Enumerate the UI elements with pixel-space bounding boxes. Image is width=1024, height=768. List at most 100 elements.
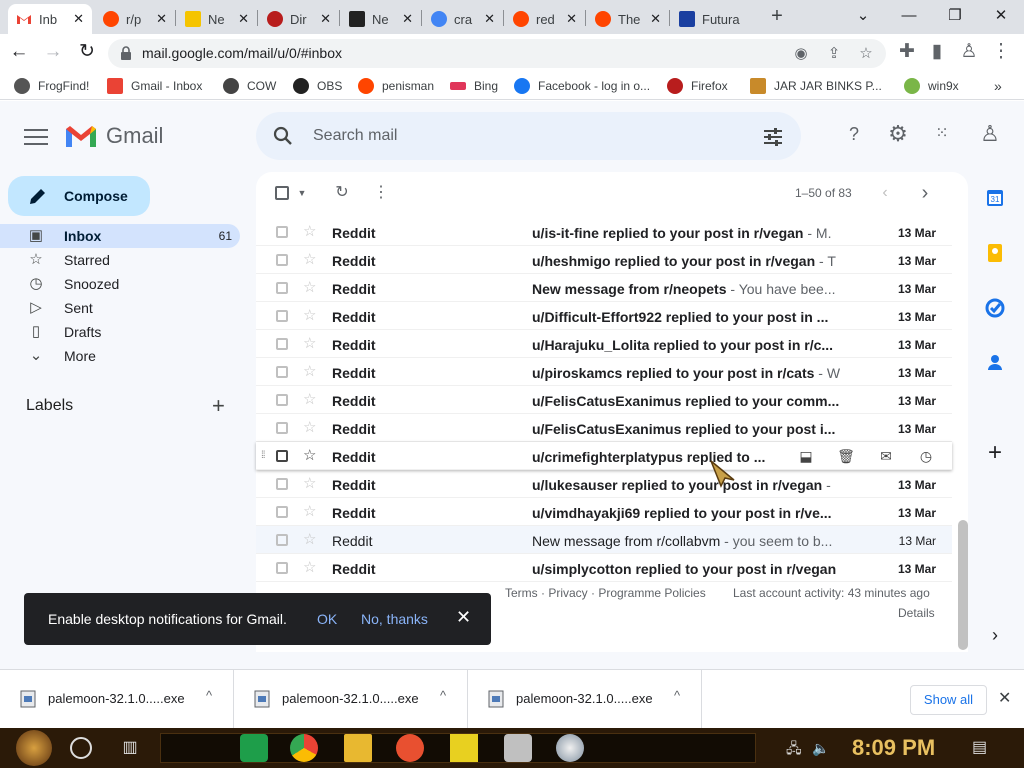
sidebar-item-starred[interactable]: ☆ Starred <box>0 248 240 272</box>
email-row[interactable]: ☆ Reddit u/Difficult-Effort922 replied to … <box>256 302 952 330</box>
sticky-notes-icon[interactable] <box>450 734 478 762</box>
main-menu-icon[interactable] <box>24 129 48 147</box>
extensions-puzzle-icon[interactable]: ✚ <box>892 37 922 67</box>
show-all-downloads-button[interactable]: Show all <box>910 685 987 715</box>
reload-button[interactable]: ↻ <box>72 37 102 67</box>
taskbar-clock[interactable]: 8:09 PM <box>852 735 935 761</box>
compose-button[interactable]: Compose <box>8 176 150 216</box>
close-tab-icon[interactable]: ✕ <box>320 11 331 27</box>
star-icon[interactable]: ☆ <box>303 278 316 296</box>
browser-menu-icon[interactable]: ⋮ <box>986 37 1016 67</box>
star-icon[interactable]: ☆ <box>303 222 316 240</box>
star-icon[interactable]: ☆ <box>303 334 316 352</box>
new-tab-button[interactable]: + <box>766 4 788 30</box>
row-checkbox[interactable] <box>276 310 288 322</box>
select-dropdown-icon[interactable]: ▼ <box>291 181 313 205</box>
star-icon[interactable]: ☆ <box>303 390 316 408</box>
star-icon[interactable]: ☆ <box>303 362 316 380</box>
close-tab-icon[interactable]: ✕ <box>238 11 249 27</box>
older-page-icon[interactable]: › <box>914 181 936 205</box>
star-icon[interactable]: ☆ <box>303 530 316 548</box>
bookmark-bing[interactable]: Bing <box>450 77 498 95</box>
star-icon[interactable]: ☆ <box>303 446 316 464</box>
app-icon[interactable] <box>556 734 584 762</box>
bookmark-gmail-inbox[interactable]: Gmail - Inbox <box>107 77 202 95</box>
email-row[interactable]: ☆ Reddit u/FelisCatusExanimus replied to y… <box>256 386 952 414</box>
start-button[interactable] <box>16 730 52 766</box>
settings-gear-icon[interactable]: ⚙ <box>886 122 910 146</box>
account-avatar[interactable]: ♙ <box>978 122 1002 146</box>
browser-tab-4[interactable]: Ne ✕ <box>341 4 421 34</box>
browser-tab-7[interactable]: The ✕ <box>587 4 669 34</box>
add-label-button[interactable]: + <box>212 393 225 419</box>
email-row[interactable]: ☆ Reddit u/vimdhayakji69 replied to your p… <box>256 498 952 526</box>
forward-button[interactable]: → <box>38 37 68 67</box>
row-checkbox[interactable] <box>276 226 288 238</box>
search-bar[interactable]: Search mail <box>256 112 801 160</box>
sidebar-item-snoozed[interactable]: ◷ Snoozed <box>0 272 240 296</box>
browser-app-icon[interactable] <box>396 734 424 762</box>
browser-tab-0[interactable]: Inb ✕ <box>8 4 92 34</box>
close-tab-icon[interactable]: ✕ <box>156 11 167 27</box>
get-addons-plus-icon[interactable]: + <box>980 439 1010 469</box>
refresh-icon[interactable]: ↻ <box>331 181 353 205</box>
contacts-icon[interactable] <box>980 348 1010 378</box>
toast-close-icon[interactable]: ✕ <box>456 607 471 628</box>
sidebar-item-drafts[interactable]: ▯ Drafts <box>0 320 240 344</box>
browser-tab-1[interactable]: r/p ✕ <box>95 4 175 34</box>
snooze-icon[interactable]: ◷ <box>916 446 936 466</box>
footer-policies[interactable]: Terms · Privacy · Programme Policies <box>505 586 706 600</box>
back-button[interactable]: ← <box>4 37 34 67</box>
email-row[interactable]: ⁞⁞ ☆ Reddit u/crimefighterplatypus replied … <box>256 442 952 470</box>
email-row[interactable]: ☆ Reddit u/is-it-fine replied to your post… <box>256 218 952 246</box>
select-all-checkbox[interactable] <box>275 186 289 200</box>
row-checkbox[interactable] <box>276 254 288 266</box>
bookmark-obs[interactable]: OBS <box>293 77 342 95</box>
calendar-icon[interactable]: 31 <box>980 183 1010 213</box>
keep-icon[interactable] <box>980 238 1010 268</box>
scrollbar-thumb[interactable] <box>958 520 968 650</box>
download-menu-chevron-icon[interactable]: ^ <box>206 688 212 703</box>
app-icon[interactable] <box>504 734 532 762</box>
download-menu-chevron-icon[interactable]: ^ <box>440 688 446 703</box>
sheets-app-icon[interactable] <box>240 734 268 762</box>
row-checkbox[interactable] <box>276 450 288 462</box>
task-view-icon[interactable]: ▥ <box>116 734 144 762</box>
email-row[interactable]: ☆ Reddit u/simplycotton replied to your po… <box>256 554 952 582</box>
show-side-panel-icon[interactable]: › <box>980 625 1010 655</box>
profile-avatar[interactable]: ♙ <box>954 37 984 67</box>
share-icon[interactable]: ⇪ <box>824 44 844 64</box>
network-icon[interactable]: 🖧 <box>786 734 814 762</box>
window-close-button[interactable]: ✕ <box>978 0 1024 34</box>
restore-button[interactable]: ❐ <box>932 0 978 34</box>
action-center-icon[interactable]: ▤ <box>972 734 1000 762</box>
bookmark-facebook[interactable]: Facebook - log in o... <box>514 77 650 95</box>
apps-grid-icon[interactable]: ⁙ <box>930 122 954 146</box>
help-icon[interactable]: ? <box>842 122 866 146</box>
cortana-search-icon[interactable] <box>70 737 92 759</box>
chrome-app-icon[interactable] <box>290 734 318 762</box>
search-input[interactable]: Search mail <box>313 127 397 145</box>
bookmark-frogfind[interactable]: FrogFind! <box>14 77 89 95</box>
email-row[interactable]: ☆ Reddit u/Harajuku_Lolita replied to your… <box>256 330 952 358</box>
browser-tab-2[interactable]: Ne ✕ <box>177 4 257 34</box>
row-checkbox[interactable] <box>276 338 288 350</box>
bookmark-jar-jar[interactable]: JAR JAR BINKS P... <box>750 77 882 95</box>
sidebar-item-inbox[interactable]: ▣ Inbox 61 <box>0 224 240 248</box>
address-bar[interactable]: mail.google.com/mail/u/0/#inbox ◉ ⇪ ☆ <box>108 39 886 68</box>
bookmark-cow[interactable]: COW <box>223 77 276 95</box>
email-row[interactable]: ☆ Reddit u/lukesauser replied to your post… <box>256 470 952 498</box>
email-row[interactable]: ☆ Reddit New message from r/neopets - You … <box>256 274 952 302</box>
close-tab-icon[interactable]: ✕ <box>566 11 577 27</box>
star-icon[interactable]: ☆ <box>303 474 316 492</box>
star-icon[interactable]: ☆ <box>303 250 316 268</box>
bookmark-firefox[interactable]: Firefox <box>667 77 728 95</box>
close-tab-icon[interactable]: ✕ <box>484 11 495 27</box>
close-tab-icon[interactable]: ✕ <box>650 11 661 27</box>
star-icon[interactable]: ☆ <box>303 502 316 520</box>
minimize-button[interactable]: — <box>886 0 932 34</box>
close-downloads-bar-icon[interactable]: ✕ <box>998 688 1011 708</box>
tasks-icon[interactable] <box>980 293 1010 323</box>
browser-tab-3[interactable]: Dir ✕ <box>259 4 339 34</box>
side-panel-icon[interactable]: ▮ <box>922 37 952 67</box>
